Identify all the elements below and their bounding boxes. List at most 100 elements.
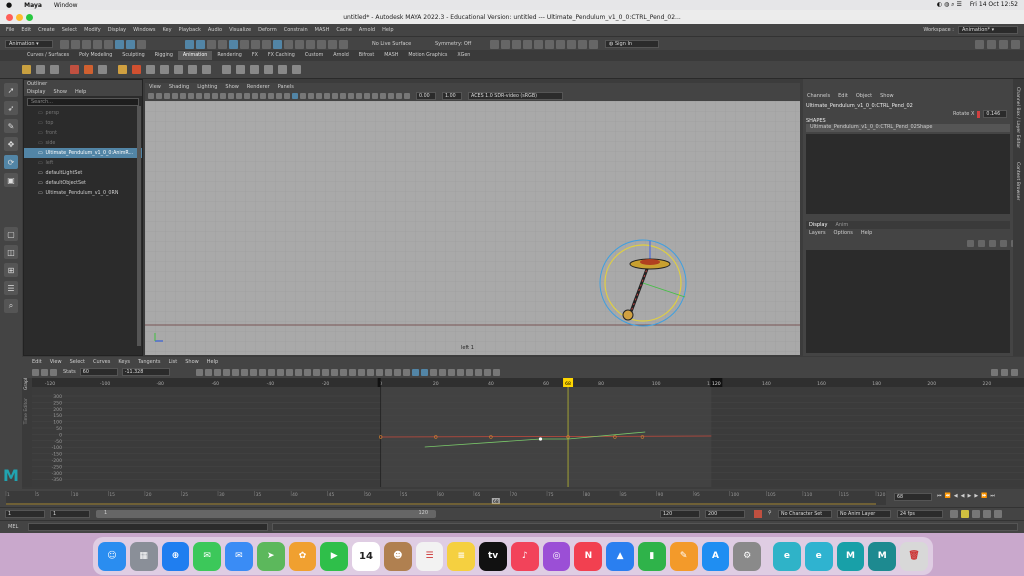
music-icon[interactable]: ♪ [510, 541, 539, 571]
menu-edit[interactable]: Edit [21, 27, 31, 33]
outliner-layout-icon[interactable]: ☰ [4, 281, 18, 295]
mel-input[interactable] [28, 523, 268, 531]
graph-menu-curves[interactable]: Curves [93, 359, 110, 365]
outliner-item[interactable]: ▭ left [24, 158, 142, 168]
mail-icon[interactable]: ✉ [225, 541, 253, 571]
minimize-window-button[interactable] [16, 14, 23, 21]
selected-keyframe[interactable] [538, 437, 543, 441]
menu-arnold[interactable]: Arnold [359, 27, 375, 33]
layer-menu-options[interactable]: Options [834, 230, 853, 236]
menu-deform[interactable]: Deform [258, 27, 277, 33]
calendar-icon[interactable]: 14 [352, 541, 380, 571]
stats-frame-field[interactable]: 60 [79, 368, 118, 376]
channelbox-menu-channels[interactable]: Channels [807, 93, 830, 99]
playback-controls[interactable]: ⏮ ⏪ ◀ ◀ ▶ ▶ ⏩ ⏭ [937, 493, 995, 499]
viewport-menu-shading[interactable]: Shading [169, 84, 189, 90]
menu-modify[interactable]: Modify [84, 27, 101, 33]
anim-layer-dropdown[interactable]: No Anim Layer [837, 510, 891, 518]
viewport-menu-panels[interactable]: Panels [278, 84, 294, 90]
viewport-3d[interactable]: left 1 [145, 101, 800, 355]
viewport-menu-renderer[interactable]: Renderer [247, 84, 270, 90]
character-set-icon[interactable]: ⚲ [768, 510, 772, 516]
outliner-item[interactable]: ▭ top [24, 118, 142, 128]
graph-menu-list[interactable]: List [168, 359, 177, 365]
single-layout-icon[interactable]: ▢ [4, 227, 18, 241]
current-frame-field[interactable]: 68 [894, 493, 932, 501]
layer-tab-anim[interactable]: Anim [835, 222, 848, 228]
channelbox-tab[interactable]: Channel Box / Layer Editor [1015, 87, 1020, 148]
app-menu[interactable]: Maya [24, 2, 42, 9]
two-pane-layout-icon[interactable]: ◫ [4, 245, 18, 259]
outliner-item[interactable]: ▭ Ultimate_Pendulum_v1_0_0:AnimR... [24, 148, 142, 158]
app-e1-icon[interactable]: e [773, 541, 801, 571]
gamma-field[interactable]: 1.00 [442, 92, 462, 100]
colorspace-dropdown[interactable]: ACES 1.0 SDR-video (sRGB) [468, 92, 563, 100]
shelf-tab-fx-caching[interactable]: FX Caching [263, 51, 300, 60]
play-icon[interactable]: ▶ [967, 493, 971, 499]
layer-menu-layers[interactable]: Layers [809, 230, 826, 236]
move-tool-icon[interactable]: ✥ [4, 137, 18, 151]
trash-icon[interactable]: 🗑 [900, 541, 928, 571]
shelf-tab-custom[interactable]: Custom [300, 51, 328, 60]
shape-node[interactable]: Ultimate_Pendulum_v1_0_0:CTRL_Pend_02Sha… [806, 124, 1010, 132]
facetime-icon[interactable]: ▶ [320, 541, 349, 571]
appstore-icon[interactable]: A [701, 541, 730, 571]
snap-icons[interactable] [185, 40, 348, 49]
viewport-menu-lighting[interactable]: Lighting [197, 84, 217, 90]
node-name[interactable]: Ultimate_Pendulum_v1_0_0:CTRL_Pend_02 [806, 103, 913, 109]
file-icons[interactable] [60, 40, 146, 49]
time-editor-tab[interactable]: Time Editor [24, 398, 29, 424]
playback-start-field[interactable]: 1 [50, 510, 90, 518]
apple-icon[interactable]: ● [6, 1, 12, 9]
shelf-tab-animation[interactable]: Animation [177, 51, 213, 60]
podcasts-icon[interactable]: ◎ [542, 541, 571, 571]
workspace-dropdown[interactable]: Animation* ▾ [958, 26, 1018, 34]
time-slider[interactable]: 1 5 10 15 20 25 30 35 40 45 50 55 60 65 70 75 80 85 90 95 10… [0, 489, 1024, 507]
system-preferences-icon[interactable]: ⚙ [733, 541, 762, 571]
character-set-dropdown[interactable]: No Character Set [778, 510, 832, 518]
tv-icon[interactable]: tv [479, 541, 507, 571]
outliner-item[interactable]: ▭ side [24, 138, 142, 148]
outliner-item[interactable]: ▭ defaultObjectSet [24, 178, 142, 188]
shelf-tab-sculpting[interactable]: Sculpting [117, 51, 149, 60]
rotate-x-value[interactable]: 0.146 [983, 110, 1008, 118]
play-back-icon[interactable]: ◀ [961, 493, 965, 499]
layer-icons[interactable] [967, 240, 1018, 247]
magnify-icon[interactable]: ⌕ [4, 299, 18, 313]
channelbox-menu-object[interactable]: Object [856, 93, 872, 99]
tangent-icons[interactable] [195, 368, 500, 376]
clock[interactable]: Fri 14 Oct 12:52 [970, 1, 1018, 9]
close-window-button[interactable] [6, 14, 13, 21]
range-icons[interactable] [950, 510, 1002, 518]
outliner-item[interactable]: ▭ defaultLightSet [24, 168, 142, 178]
menu-playback[interactable]: Playback [179, 27, 201, 33]
status-icons[interactable]: ◐ ◍ ⌕ ☰ [937, 1, 962, 9]
shelf-tab-curves-surfaces[interactable]: Curves / Surfaces [22, 51, 74, 60]
keynote-icon[interactable]: ▲ [606, 541, 635, 571]
end-time-field[interactable]: 200 [705, 510, 745, 518]
outliner-item[interactable]: ▭ persp [24, 108, 142, 118]
graph-menu-tangents[interactable]: Tangents [138, 359, 160, 365]
rotate-x-row[interactable]: Rotate X 0.146 [953, 110, 1008, 118]
shelf-tab-mash[interactable]: MASH [379, 51, 403, 60]
app-e2-icon[interactable]: e [804, 541, 833, 571]
graph-area[interactable]: 300 250 200 150 100 50 0 -50 -100 -150 -200 -250 -30… [32, 387, 1024, 487]
pages-icon[interactable]: ✎ [669, 541, 698, 571]
graph-menu-select[interactable]: Select [70, 359, 85, 365]
shelf-tab-motion-graphics[interactable]: Motion Graphics [403, 51, 452, 60]
layer-tab-display[interactable]: Display [809, 222, 827, 228]
shelf-icons[interactable] [22, 65, 301, 74]
menu-file[interactable]: File [6, 27, 14, 33]
sign-in-dropdown[interactable]: ◍ Sign In [605, 40, 659, 48]
shelf-tab-bifrost[interactable]: Bifrost [354, 51, 380, 60]
outliner-scrollbar[interactable] [137, 106, 141, 346]
fps-dropdown[interactable]: 24 fps [897, 510, 943, 518]
go-start-icon[interactable]: ⏮ [937, 493, 942, 499]
maya-2-icon[interactable]: M [868, 541, 897, 571]
menu-cache[interactable]: Cache [336, 27, 352, 33]
exposure-field[interactable]: 0.00 [416, 92, 436, 100]
menu-help[interactable]: Help [382, 27, 393, 33]
four-pane-layout-icon[interactable]: ⊞ [4, 263, 18, 277]
outliner-menu-help[interactable]: Help [75, 89, 86, 95]
graph-menu-keys[interactable]: Keys [118, 359, 130, 365]
